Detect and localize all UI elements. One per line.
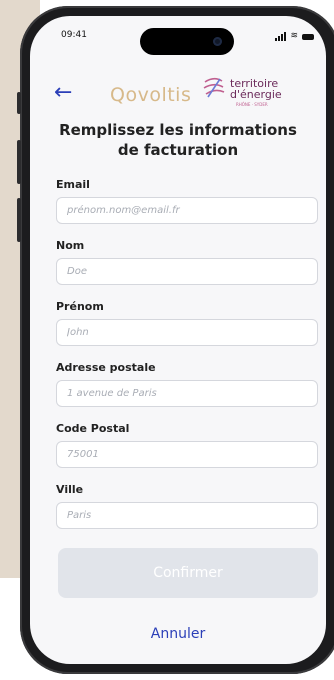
territoire-energie-icon	[203, 77, 225, 98]
header: ← Qovoltis territoire d'énergie RHÔNE · …	[30, 76, 326, 116]
ville-field[interactable]	[56, 502, 318, 529]
cancel-button[interactable]: Annuler	[30, 626, 326, 642]
code-postal-field[interactable]	[56, 441, 318, 468]
email-field-group: Email	[56, 178, 318, 224]
territoire-energie-logo: territoire d'énergie RHÔNE · SYDER	[202, 76, 282, 107]
nom-label: Nom	[56, 239, 85, 252]
code-postal-label: Code Postal	[56, 422, 130, 435]
code-postal-field-group: Code Postal	[56, 422, 318, 468]
nom-field[interactable]	[56, 258, 318, 285]
page-title: Remplissez les informations de facturati…	[59, 121, 297, 159]
dynamic-island	[140, 28, 234, 55]
adresse-field[interactable]	[56, 380, 318, 407]
phone-side-button	[17, 92, 21, 114]
status-icons: ≋	[275, 32, 314, 41]
ville-field-group: Ville	[56, 483, 318, 529]
brand2-line2: d'énergie	[230, 88, 282, 101]
back-arrow-icon[interactable]: ←	[54, 82, 72, 104]
wifi-icon: ≋	[290, 31, 298, 41]
prenom-label: Prénom	[56, 300, 104, 313]
phone-side-button	[17, 198, 21, 242]
prenom-field[interactable]	[56, 319, 318, 346]
status-time: 09:41	[61, 30, 87, 40]
phone-side-button	[17, 140, 21, 184]
phone-screen: 09:41 ≋ ← Qovoltis territoire d'énergie …	[30, 16, 326, 664]
signal-icon	[275, 32, 287, 41]
email-field[interactable]	[56, 197, 318, 224]
battery-icon	[302, 33, 314, 40]
ville-label: Ville	[56, 483, 84, 496]
prenom-field-group: Prénom	[56, 300, 318, 346]
adresse-field-group: Adresse postale	[56, 361, 318, 407]
nom-field-group: Nom	[56, 239, 318, 285]
confirm-button[interactable]: Confirmer	[58, 548, 318, 598]
adresse-label: Adresse postale	[56, 361, 156, 374]
brand2-sub: RHÔNE · SYDER	[236, 102, 268, 107]
email-label: Email	[56, 178, 90, 191]
status-bar: 09:41 ≋	[30, 16, 326, 56]
camera-icon	[213, 37, 222, 46]
qovoltis-logo: Qovoltis	[110, 84, 192, 106]
